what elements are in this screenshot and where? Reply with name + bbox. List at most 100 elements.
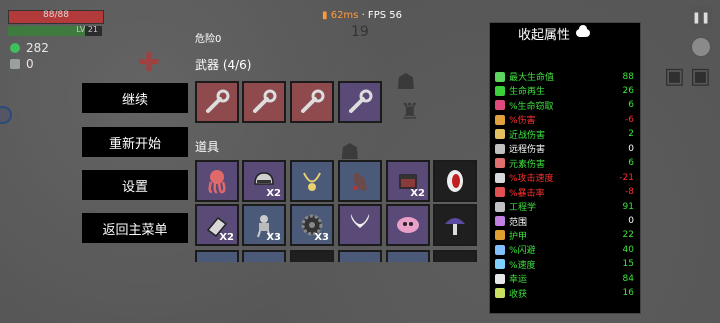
leech-icon <box>353 172 367 192</box>
stat-row: %生命窃取 6 <box>495 99 634 112</box>
stat-value: 88 <box>622 71 634 82</box>
item-slot[interactable]: X3 <box>242 204 286 246</box>
stat-name: 远程伤害 <box>509 145 546 156</box>
wrench-icon <box>349 89 373 113</box>
stat-row: 元素伤害 6 <box>495 157 634 170</box>
cloud-icon <box>576 25 591 37</box>
health-text: 88/88 <box>43 10 69 20</box>
continue-button[interactable]: 继续 <box>82 83 188 113</box>
stat-name: 护甲 <box>509 231 528 242</box>
item-slot[interactable]: X2 <box>386 160 430 202</box>
stat-name: %生命窃取 <box>509 101 554 112</box>
regen-heart-icon <box>495 85 505 96</box>
stat-value: -21 <box>619 172 634 183</box>
stats-toggle[interactable]: 收起属性 <box>518 23 642 43</box>
item-slot[interactable] <box>433 160 477 202</box>
ping-value: 62ms <box>330 10 359 21</box>
wave-timer: 19 <box>351 24 369 40</box>
stat-row: 护甲 22 <box>495 229 634 242</box>
stat-row: %攻击速度 -21 <box>495 171 634 184</box>
stat-name: %速度 <box>509 260 536 271</box>
range-icon <box>495 216 505 226</box>
stat-row: 近战伤害 2 <box>495 128 634 141</box>
weapon-slot[interactable] <box>338 81 382 123</box>
item-slot[interactable] <box>338 250 382 262</box>
wrench-icon <box>253 89 277 113</box>
wrench-icon <box>301 89 325 113</box>
mushroom-icon <box>445 218 465 235</box>
stat-row: 远程伤害 0 <box>495 142 634 155</box>
pause-icon: ❚❚ <box>691 10 711 24</box>
bag-counter: 0 <box>10 57 34 71</box>
stat-name: 最大生命值 <box>509 73 555 83</box>
item-slot[interactable]: X2 <box>242 160 286 202</box>
level-bar: LV 21 <box>8 25 102 36</box>
weapons-title: 武器 (4/6) <box>195 58 252 72</box>
level-text: LV 21 <box>76 25 98 34</box>
stats-header: 收起属性 <box>518 27 571 43</box>
item-slot[interactable] <box>433 204 477 246</box>
stat-value: 91 <box>622 201 634 212</box>
item-slot[interactable] <box>195 160 239 202</box>
weapon-slot[interactable] <box>290 81 334 123</box>
wings-icon <box>350 214 370 228</box>
item-slot[interactable] <box>433 250 477 262</box>
item-slot[interactable] <box>386 204 430 246</box>
item-slot[interactable] <box>386 250 430 262</box>
materials-value: 282 <box>26 41 49 55</box>
hourglass-icon <box>495 172 505 183</box>
stat-row: 生命再生 26 <box>495 84 634 97</box>
signal-icon: ▮ <box>322 10 328 21</box>
item-count: X2 <box>219 232 234 243</box>
harvest-icon <box>495 288 505 299</box>
restart-button[interactable]: 重新开始 <box>82 127 188 157</box>
item-slot[interactable] <box>195 250 239 262</box>
stat-name: 幸运 <box>509 275 528 286</box>
bag-icon <box>10 59 20 69</box>
pause-button[interactable]: ❚❚ <box>690 6 712 28</box>
stat-name: %伤害 <box>509 116 536 127</box>
stat-name: 生命再生 <box>509 87 546 98</box>
damage-icon <box>495 114 505 125</box>
item-slot[interactable] <box>338 160 382 202</box>
stat-row: 幸运 84 <box>495 272 634 285</box>
item-slot[interactable] <box>290 160 334 202</box>
lifesteal-icon <box>495 100 505 111</box>
item-count: X2 <box>410 188 425 199</box>
heart-icon <box>495 71 505 82</box>
item-slot[interactable] <box>338 204 382 246</box>
stat-value: 0 <box>628 216 634 226</box>
sword-icon <box>495 129 505 140</box>
wrench-small-icon <box>495 201 505 212</box>
stat-name: 元素伤害 <box>509 159 546 170</box>
items-title: 道具 <box>195 140 220 154</box>
crosshair-icon <box>690 36 712 58</box>
stat-value: 6 <box>628 100 634 111</box>
item-count: X3 <box>266 232 281 243</box>
settings-button[interactable]: 设置 <box>82 170 188 200</box>
bag-value: 0 <box>26 57 34 71</box>
stat-value: -6 <box>625 114 634 125</box>
main-menu-button[interactable]: 返回主菜单 <box>82 213 188 243</box>
mouth-icon <box>447 170 463 192</box>
weapon-slot[interactable] <box>195 81 239 123</box>
item-slot[interactable]: X3 <box>290 204 334 246</box>
item-count: X3 <box>314 232 329 243</box>
stat-row: %速度 15 <box>495 258 634 271</box>
item-slot[interactable] <box>242 250 286 262</box>
fps-value: · FPS 56 <box>361 10 402 21</box>
blob-icon <box>397 217 419 233</box>
stat-value: 6 <box>628 158 634 169</box>
dodge-icon <box>495 244 505 255</box>
stats-panel: 收起属性 最大生命值 88 生命再生 26 %生命窃取 6 %伤害 -6 近战伤害 2 远程伤害 0 元… <box>489 22 641 314</box>
necklace-icon <box>303 172 321 191</box>
stat-value: 26 <box>622 85 634 96</box>
weapon-slot[interactable] <box>242 81 286 123</box>
item-slot[interactable] <box>290 250 334 262</box>
speed-icon <box>495 259 505 270</box>
crit-icon <box>495 187 505 198</box>
stat-name: 近战伤害 <box>509 130 546 141</box>
stat-row: %伤害 -6 <box>495 113 634 126</box>
item-slot[interactable]: X2 <box>195 204 239 246</box>
danger-level: 危险0 <box>195 34 222 45</box>
